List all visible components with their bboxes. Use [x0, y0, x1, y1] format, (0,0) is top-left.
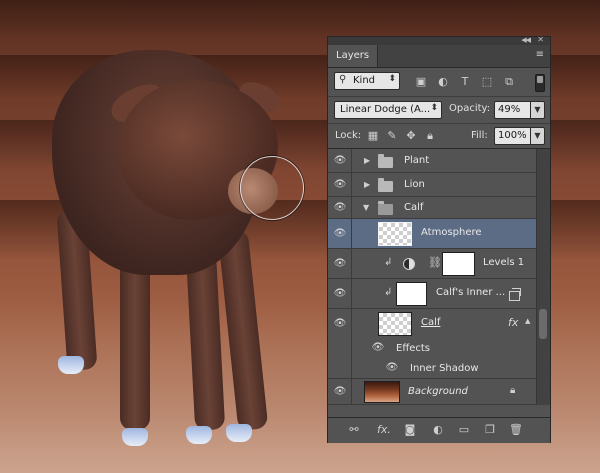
layer-name: Calf [421, 317, 441, 328]
layer-effects-fx-icon[interactable]: fx [508, 316, 518, 329]
visibility-eye-icon[interactable]: 👁︎ [328, 379, 352, 404]
layer-row[interactable]: 👁︎ Calf fx ▲ [328, 309, 536, 339]
visibility-eye-icon[interactable]: 👁︎ [328, 197, 352, 218]
new-group-icon[interactable]: ▭ [456, 423, 472, 437]
layer-name: Calf's Inner ... [436, 287, 506, 298]
layer-thumbnail [364, 381, 400, 403]
panel-tabbar: Layers ≡ [328, 45, 550, 68]
layers-scrollbar[interactable] [536, 149, 550, 405]
smart-object-icon [509, 288, 521, 301]
tab-layers[interactable]: Layers [328, 45, 379, 67]
effects-collapse-arrow-icon[interactable]: ▲ [525, 317, 530, 325]
layer-thumbnail [378, 312, 412, 336]
visibility-eye-icon[interactable]: 👁︎ [328, 309, 352, 339]
expand-triangle-icon[interactable]: ▶ [364, 180, 370, 189]
scrollbar-thumb[interactable] [539, 309, 547, 339]
collapse-panel-icon[interactable]: ◀◀ [521, 36, 531, 44]
blend-mode-value: Linear Dodge (A... [340, 104, 431, 115]
lock-transparent-pixels-icon[interactable]: ▦ [366, 129, 380, 143]
stair-step [0, 0, 600, 40]
layer-name: Lion [404, 179, 425, 190]
filter-toggle[interactable] [535, 74, 545, 92]
search-icon: ⚲ [339, 74, 347, 85]
layer-thumbnail [378, 222, 412, 246]
add-style-icon[interactable]: fx. [374, 423, 394, 437]
lock-all-icon[interactable]: 🔒︎ [423, 129, 437, 143]
link-layers-icon[interactable]: ⚯ [346, 423, 362, 437]
add-mask-icon[interactable]: ◙ [402, 423, 418, 437]
delete-layer-icon[interactable]: 🗑︎ [508, 423, 524, 437]
visibility-eye-icon[interactable]: 👁︎ [382, 359, 402, 378]
adjustment-filter-icon[interactable]: ◐ [436, 75, 450, 89]
layer-name: Levels 1 [483, 257, 525, 268]
effects-visibility-cell [328, 339, 352, 359]
type-filter-icon[interactable]: T [458, 75, 472, 89]
folder-icon [378, 154, 393, 168]
filter-row: ⚲ Kind ⬍ ▣ ◐ T ⬚ ⧉ [328, 68, 550, 97]
layer-row[interactable]: 👁︎ ↲ ⛓︎ Levels 1 [328, 249, 536, 279]
layer-row[interactable]: 👁︎ ↲ Calf's Inner ... [328, 279, 536, 309]
smart-object-filter-icon[interactable]: ⧉ [502, 75, 516, 89]
effect-visibility-cell [328, 359, 352, 378]
opacity-label: Opacity: [449, 103, 491, 114]
effect-row[interactable]: 👁︎ Inner Shadow [328, 359, 536, 379]
expand-triangle-icon[interactable]: ▶ [364, 156, 370, 165]
new-layer-icon[interactable]: ❐ [482, 423, 498, 437]
open-folder-icon [378, 201, 393, 215]
layers-panel: ◀◀ ✕ Layers ≡ ⚲ Kind ⬍ ▣ ◐ T ⬚ ⧉ Linear … [327, 35, 551, 443]
filter-kind-select[interactable]: ⚲ Kind ⬍ [334, 72, 400, 90]
opacity-dropdown-arrow[interactable]: ▼ [531, 101, 545, 119]
brush-cursor [240, 156, 304, 220]
shape-filter-icon[interactable]: ⬚ [480, 75, 494, 89]
layer-thumbnail [396, 282, 427, 306]
layer-row[interactable]: 👁︎ ▶ Lion [328, 173, 536, 197]
visibility-eye-icon[interactable]: 👁︎ [328, 249, 352, 278]
lock-row: Lock: ▦ ✎ ✥ 🔒︎ Fill: 100% ▼ [328, 124, 550, 149]
fill-field[interactable]: 100% [494, 127, 531, 145]
adjustment-layer-icon [403, 258, 415, 270]
new-adjustment-icon[interactable]: ◐ [430, 423, 446, 437]
layer-name: Plant [404, 155, 430, 166]
layer-name: Atmosphere [421, 227, 482, 238]
effect-name: Inner Shadow [410, 363, 479, 374]
lock-image-pixels-icon[interactable]: ✎ [385, 129, 399, 143]
layer-row[interactable]: 👁︎ Background 🔒︎ [328, 379, 536, 405]
fill-label: Fill: [471, 130, 488, 141]
opacity-field[interactable]: 49% [494, 101, 531, 119]
blend-mode-select[interactable]: Linear Dodge (A... ⬍ [334, 101, 442, 119]
effects-row[interactable]: 👁︎ Effects [328, 339, 536, 359]
lock-icon: 🔒︎ [510, 385, 516, 396]
collapse-triangle-icon[interactable]: ▼ [363, 203, 369, 212]
panel-topbar: ◀◀ ✕ [328, 35, 550, 45]
visibility-eye-icon[interactable]: 👁︎ [328, 149, 352, 172]
visibility-eye-icon[interactable]: 👁︎ [328, 279, 352, 308]
layer-row[interactable]: 👁︎ ▼ Calf [328, 197, 536, 219]
pixel-filter-icon[interactable]: ▣ [414, 75, 428, 89]
panel-bottom-toolbar: ⚯ fx. ◙ ◐ ▭ ❐ 🗑︎ [328, 417, 550, 443]
visibility-eye-icon[interactable]: 👁︎ [368, 339, 388, 359]
clipping-arrow-icon: ↲ [384, 287, 393, 298]
effects-label: Effects [396, 343, 430, 354]
layer-name: Calf [404, 202, 424, 213]
updown-arrows-icon: ⬍ [388, 74, 396, 84]
layer-row[interactable]: 👁︎ ▶ Plant [328, 149, 536, 173]
close-panel-icon[interactable]: ✕ [537, 35, 544, 44]
panel-menu-icon[interactable]: ≡ [536, 49, 544, 60]
blend-row: Linear Dodge (A... ⬍ Opacity: 49% ▼ [328, 97, 550, 124]
visibility-eye-icon[interactable]: 👁︎ [328, 219, 352, 248]
lock-label: Lock: [335, 130, 362, 141]
layer-name: Background [408, 386, 468, 397]
layer-mask-thumbnail[interactable] [442, 252, 475, 276]
filter-kind-label: Kind [353, 75, 376, 86]
lock-position-icon[interactable]: ✥ [404, 129, 418, 143]
layer-row-selected[interactable]: 👁︎ Atmosphere [328, 219, 536, 249]
mask-link-icon[interactable]: ⛓︎ [428, 256, 442, 269]
clipping-arrow-icon: ↲ [384, 257, 393, 268]
fill-dropdown-arrow[interactable]: ▼ [531, 127, 545, 145]
layers-list: 👁︎ ▶ Plant 👁︎ ▶ Lion 👁︎ ▼ Calf 👁︎ Atmosp… [328, 149, 536, 405]
folder-icon [378, 178, 393, 192]
updown-arrows-icon: ⬍ [430, 103, 438, 113]
visibility-eye-icon[interactable]: 👁︎ [328, 173, 352, 196]
